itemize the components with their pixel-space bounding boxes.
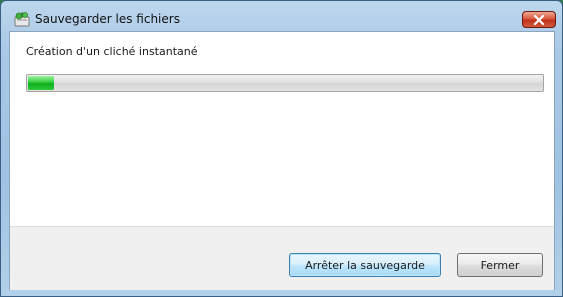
close-button[interactable]: Fermer [457, 253, 543, 277]
dialog-footer: Arrêter la sauvegarde Fermer [10, 226, 554, 290]
backup-app-icon [14, 11, 30, 27]
progress-bar-fill [28, 76, 54, 90]
dialog-content: Création d'un cliché instantané Arrêter … [9, 31, 555, 290]
title-bar[interactable]: Sauvegarder les fichiers [1, 1, 562, 31]
window-title: Sauvegarder les fichiers [35, 12, 180, 26]
status-text: Création d'un cliché instantané [26, 45, 198, 58]
close-window-button[interactable] [522, 11, 556, 28]
backup-dialog-window: Sauvegarder les fichiers Création d'un c… [0, 0, 563, 297]
stop-backup-button[interactable]: Arrêter la sauvegarde [289, 253, 441, 277]
progress-bar [26, 74, 544, 92]
close-icon [533, 14, 545, 25]
